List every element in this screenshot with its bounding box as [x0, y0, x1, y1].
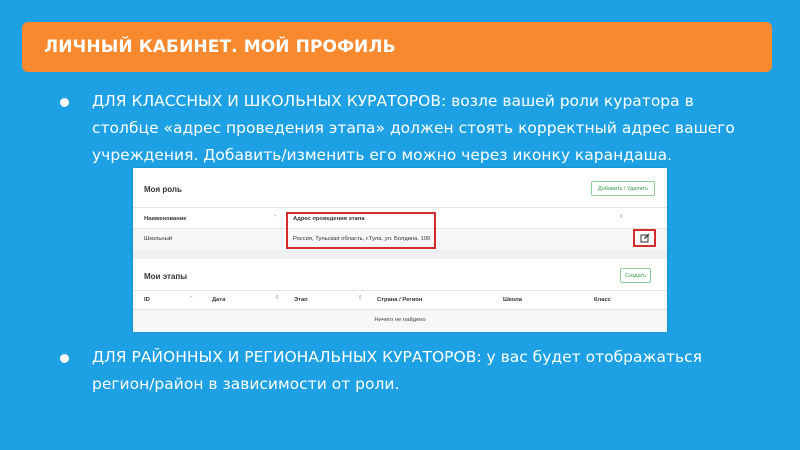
column-header-id[interactable]: ID	[144, 297, 150, 303]
empty-message: Ничего не найдено	[374, 317, 426, 323]
column-header-stage[interactable]: Этап	[294, 297, 308, 303]
page-title: ЛИЧНЫЙ КАБИНЕТ. МОЙ ПРОФИЛЬ	[44, 37, 396, 57]
header-banner: ЛИЧНЫЙ КАБИНЕТ. МОЙ ПРОФИЛЬ	[22, 22, 772, 72]
edit-button[interactable]	[633, 229, 656, 247]
sort-arrows-icon[interactable]: ⇕	[358, 295, 363, 301]
sort-arrows-icon[interactable]: ⇕	[619, 214, 624, 220]
column-header-country-region[interactable]: Страна / Регион	[377, 297, 422, 303]
column-header-name[interactable]: Наименование	[144, 216, 187, 222]
pencil-square-icon[interactable]	[640, 233, 650, 243]
sort-icon[interactable]: ⌃	[273, 215, 278, 221]
bullet-item-class-curators: ДЛЯ КЛАССНЫХ И ШКОЛЬНЫХ КУРАТОРОВ: возле…	[60, 88, 752, 169]
bullet-item-regional-curators: ДЛЯ РАЙОННЫХ И РЕГИОНАЛЬНЫХ КУРАТОРОВ: у…	[60, 344, 752, 398]
bullet-dot-icon	[60, 98, 69, 107]
my-stages-card: Мои этапы Создать ID ⌃ Дата ⇕ Этап ⇕ Стр…	[133, 259, 667, 332]
divider	[133, 207, 667, 208]
divider	[133, 290, 667, 291]
column-header-date[interactable]: Дата	[212, 297, 225, 303]
create-stage-button[interactable]: Создать	[620, 268, 651, 283]
sort-icon[interactable]: ⌃	[189, 296, 194, 302]
role-name-cell: Школьный	[144, 236, 173, 242]
sort-arrows-icon[interactable]: ⇕	[275, 295, 280, 301]
profile-screenshot: Моя роль Добавить / Удалить Наименование…	[133, 168, 667, 332]
add-remove-role-button[interactable]: Добавить / Удалить	[591, 181, 655, 196]
bullet-text: ДЛЯ РАЙОННЫХ И РЕГИОНАЛЬНЫХ КУРАТОРОВ: у…	[92, 348, 702, 393]
bullet-dot-icon	[60, 354, 69, 363]
column-header-class[interactable]: Класс	[594, 297, 611, 303]
my-stages-title: Мои этапы	[144, 272, 188, 281]
column-header-school[interactable]: Школа	[503, 297, 522, 303]
my-role-title: Моя роль	[144, 185, 182, 194]
bullet-text: ДЛЯ КЛАССНЫХ И ШКОЛЬНЫХ КУРАТОРОВ: возле…	[92, 92, 735, 164]
card-gap	[133, 250, 667, 259]
address-column-highlight	[286, 212, 436, 249]
